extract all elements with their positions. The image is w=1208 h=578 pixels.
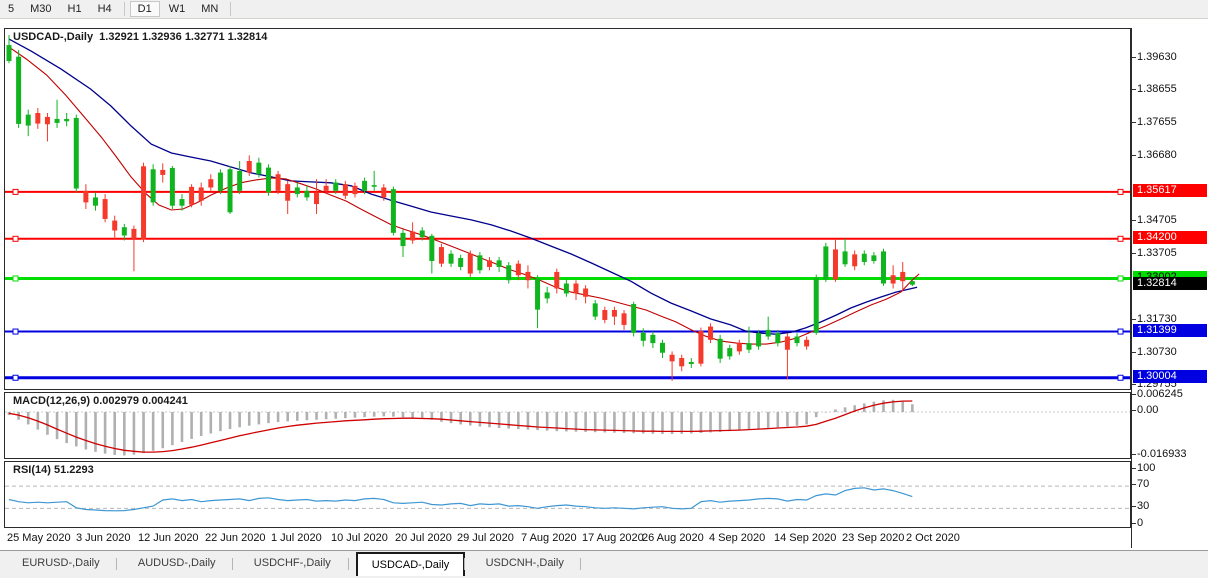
tab-separator bbox=[116, 558, 117, 570]
chart-tab-audusddaily[interactable]: AUDUSD-,Daily bbox=[124, 554, 230, 573]
rsi-tick-label: 0 bbox=[1137, 517, 1143, 529]
macd-tick-label: -0.016933 bbox=[1137, 448, 1187, 460]
price-tick-label: 1.38655 bbox=[1137, 83, 1177, 95]
price-tick-label: 1.33705 bbox=[1137, 247, 1177, 259]
timeframe-button-h4[interactable]: H4 bbox=[91, 1, 119, 17]
price-flag-1.30004: 1.30004 bbox=[1133, 370, 1207, 383]
timeframe-toolbar: 5M30H1H4 D1W1MN bbox=[0, 0, 1208, 19]
price-chart-panel[interactable]: USDCAD-,Daily 1.32921 1.32936 1.32771 1.… bbox=[4, 28, 1131, 390]
macd-tick-label: 0.00 bbox=[1137, 404, 1158, 416]
timeframe-button-h1[interactable]: H1 bbox=[61, 1, 89, 17]
date-tick-label: 26 Aug 2020 bbox=[642, 532, 704, 544]
date-tick-label: 1 Jul 2020 bbox=[271, 532, 322, 544]
tab-separator bbox=[348, 558, 349, 570]
macd-label: MACD(12,26,9) 0.002979 0.004241 bbox=[13, 395, 188, 407]
price-tick-label: 1.30730 bbox=[1137, 346, 1177, 358]
timeframe-button-5[interactable]: 5 bbox=[1, 1, 21, 17]
timeframe-button-m30[interactable]: M30 bbox=[23, 1, 58, 17]
date-tick-label: 25 May 2020 bbox=[7, 532, 71, 544]
date-tick-label: 7 Aug 2020 bbox=[521, 532, 577, 544]
price-tick-label: 1.31730 bbox=[1137, 313, 1177, 325]
toolbar-separator bbox=[124, 2, 125, 16]
rsi-tick-label: 70 bbox=[1137, 478, 1149, 490]
date-tick-label: 10 Jul 2020 bbox=[331, 532, 388, 544]
tab-separator bbox=[464, 558, 465, 570]
rsi-tick-label: 30 bbox=[1137, 500, 1149, 512]
date-tick-label: 22 Jun 2020 bbox=[205, 532, 266, 544]
timeframe-button-mn[interactable]: MN bbox=[194, 1, 225, 17]
price-flag-1.34200: 1.34200 bbox=[1133, 231, 1207, 244]
rsi-line bbox=[9, 488, 912, 511]
date-tick-label: 3 Jun 2020 bbox=[76, 532, 130, 544]
chart-tab-usdcnhdaily[interactable]: USDCNH-,Daily bbox=[472, 554, 578, 573]
price-flag-1.35617: 1.35617 bbox=[1133, 184, 1207, 197]
trading-app-window: 5M30H1H4 D1W1MN USDCAD-,Daily 1.32921 1.3… bbox=[0, 0, 1208, 578]
price-tick-label: 1.36680 bbox=[1137, 149, 1177, 161]
rsi-tick-label: 100 bbox=[1137, 462, 1155, 474]
chart-title: USDCAD-,Daily 1.32921 1.32936 1.32771 1.… bbox=[13, 31, 267, 43]
tab-separator bbox=[232, 558, 233, 570]
price-axis[interactable]: 1.39630 1.38655 1.37655 1.36680 1.34705 1.337… bbox=[1131, 28, 1208, 548]
candlestick-chart[interactable] bbox=[5, 29, 1130, 389]
date-tick-label: 12 Jun 2020 bbox=[138, 532, 199, 544]
price-flag-1.32814: 1.32814 bbox=[1133, 277, 1207, 290]
date-tick-label: 20 Jul 2020 bbox=[395, 532, 452, 544]
chart-tab-usdchfdaily[interactable]: USDCHF-,Daily bbox=[240, 554, 345, 573]
rsi-indicator-panel[interactable]: RSI(14) 51.2293 bbox=[4, 461, 1131, 528]
date-tick-label: 2 Oct 2020 bbox=[906, 532, 960, 544]
date-tick-label: 4 Sep 2020 bbox=[709, 532, 765, 544]
price-tick-label: 1.34705 bbox=[1137, 214, 1177, 226]
date-tick-label: 29 Jul 2020 bbox=[457, 532, 514, 544]
price-tick-label: 1.39630 bbox=[1137, 51, 1177, 63]
tab-separator bbox=[580, 558, 581, 570]
price-flag-1.31399: 1.31399 bbox=[1133, 324, 1207, 337]
rsi-label: RSI(14) 51.2293 bbox=[13, 464, 94, 476]
date-tick-label: 23 Sep 2020 bbox=[842, 532, 904, 544]
macd-tick-label: 0.006245 bbox=[1137, 388, 1183, 400]
timeframe-button-w1[interactable]: W1 bbox=[162, 1, 193, 17]
chart-tab-bar: EURUSD-,Daily AUDUSD-,Daily USDCHF-,Daily U… bbox=[0, 550, 1208, 578]
price-tick-label: 1.37655 bbox=[1137, 116, 1177, 128]
toolbar-separator bbox=[230, 2, 231, 16]
timeframe-button-d1[interactable]: D1 bbox=[130, 1, 160, 17]
chart-tab-usdcaddaily[interactable]: USDCAD-,Daily bbox=[356, 552, 466, 576]
rsi-chart[interactable] bbox=[5, 462, 1130, 527]
macd-indicator-panel[interactable]: MACD(12,26,9) 0.002979 0.004241 bbox=[4, 392, 1131, 459]
date-axis[interactable]: 25 May 2020 3 Jun 2020 12 Jun 2020 22 Jun 2… bbox=[4, 528, 1131, 548]
date-tick-label: 14 Sep 2020 bbox=[774, 532, 836, 544]
date-tick-label: 17 Aug 2020 bbox=[582, 532, 644, 544]
chart-tab-eurusddaily[interactable]: EURUSD-,Daily bbox=[8, 554, 114, 573]
